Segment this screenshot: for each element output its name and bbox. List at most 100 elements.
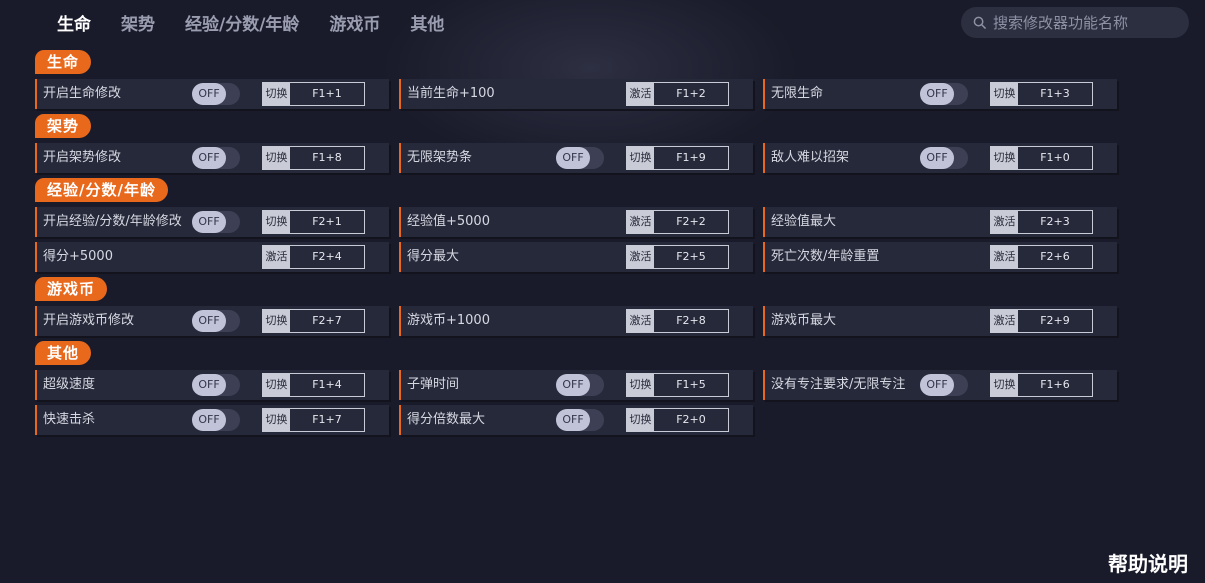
hotkey-field[interactable]: 切换 F1+7	[262, 408, 365, 432]
section: 其他 超级速度 OFF 切换 F1+4 子弹时间 OFF 切换 F1+5 没有专注要求/无限专注 O…	[35, 341, 1135, 435]
cheat-item: 开启经验/分数/年龄修改 OFF 切换 F2+1	[35, 207, 389, 237]
hotkey-value: F2+8	[676, 314, 706, 327]
hotkey-field[interactable]: 激活 F2+9	[990, 309, 1093, 333]
hotkey-value: F2+1	[312, 215, 342, 228]
cheat-row: 开启架势修改 OFF 切换 F1+8 无限架势条 OFF 切换 F1+9 敌人难以招架 OFF 切换…	[35, 143, 1135, 173]
hotkey-mode: 切换	[991, 374, 1018, 396]
hotkey-field[interactable]: 切换 F1+8	[262, 146, 365, 170]
toggle-state: OFF	[556, 409, 590, 431]
hotkey-value: F2+9	[1040, 314, 1070, 327]
cheat-row: 开启经验/分数/年龄修改 OFF 切换 F2+1 经验值+5000 激活 F2+2 经验值最大…	[35, 207, 1135, 237]
toggle-state: OFF	[192, 83, 226, 105]
tab-exp-score-age[interactable]: 经验/分数/年龄	[185, 10, 299, 35]
cheat-item: 死亡次数/年龄重置 激活 F2+6	[763, 242, 1117, 272]
cheat-item: 当前生命+100 激活 F1+2	[399, 79, 753, 109]
toggle-switch[interactable]: OFF	[920, 83, 968, 105]
cheat-label: 子弹时间	[407, 377, 460, 392]
toggle-switch[interactable]: OFF	[556, 409, 604, 431]
cheat-item: 游戏币+1000 激活 F2+8	[399, 306, 753, 336]
hotkey-field[interactable]: 切换 F1+9	[626, 146, 729, 170]
hotkey-mode: 激活	[627, 83, 654, 105]
hotkey-field[interactable]: 切换 F2+0	[626, 408, 729, 432]
section: 生命 开启生命修改 OFF 切换 F1+1 当前生命+100 激活 F1+2 无限生命 OFF 切换…	[35, 50, 1135, 109]
toggle-switch[interactable]: OFF	[920, 374, 968, 396]
hotkey-mode: 切换	[991, 83, 1018, 105]
cheat-label: 得分+5000	[43, 249, 113, 264]
cheat-label: 开启经验/分数/年龄修改	[43, 214, 182, 229]
top-nav: 生命 架势 经验/分数/年龄 游戏币 其他	[57, 8, 444, 36]
toggle-switch[interactable]: OFF	[192, 374, 240, 396]
cheat-item: 得分+5000 激活 F2+4	[35, 242, 389, 272]
cheat-label: 开启生命修改	[43, 86, 122, 101]
hotkey-field[interactable]: 切换 F1+4	[262, 373, 365, 397]
cheat-item: 超级速度 OFF 切换 F1+4	[35, 370, 389, 400]
cheat-label: 游戏币最大	[771, 313, 837, 328]
hotkey-mode: 切换	[263, 211, 290, 233]
section: 经验/分数/年龄 开启经验/分数/年龄修改 OFF 切换 F2+1 经验值+5000 激活 F…	[35, 178, 1135, 272]
cheat-item: 得分倍数最大 OFF 切换 F2+0	[399, 405, 753, 435]
toggle-state: OFF	[920, 374, 954, 396]
toggle-switch[interactable]: OFF	[192, 310, 240, 332]
cheat-label: 得分倍数最大	[407, 412, 486, 427]
hotkey-value: F2+0	[676, 413, 706, 426]
hotkey-field[interactable]: 激活 F2+6	[990, 245, 1093, 269]
hotkey-value: F2+7	[312, 314, 342, 327]
cheat-label: 开启架势修改	[43, 150, 122, 165]
hotkey-field[interactable]: 切换 F1+6	[990, 373, 1093, 397]
hotkey-value: F2+4	[312, 250, 342, 263]
search-box[interactable]	[961, 7, 1189, 38]
toggle-state: OFF	[920, 83, 954, 105]
cheat-label: 经验值+5000	[407, 214, 490, 229]
hotkey-value: F1+0	[1040, 151, 1070, 164]
hotkey-field[interactable]: 激活 F1+2	[626, 82, 729, 106]
hotkey-field[interactable]: 切换 F2+7	[262, 309, 365, 333]
cheat-row: 超级速度 OFF 切换 F1+4 子弹时间 OFF 切换 F1+5 没有专注要求/无限专注 OFF…	[35, 370, 1135, 400]
tab-currency[interactable]: 游戏币	[329, 10, 380, 35]
cheat-label: 敌人难以招架	[771, 150, 850, 165]
toggle-switch[interactable]: OFF	[192, 211, 240, 233]
toggle-state: OFF	[556, 147, 590, 169]
hotkey-mode: 激活	[991, 310, 1018, 332]
hotkey-field[interactable]: 切换 F2+1	[262, 210, 365, 234]
hotkey-field[interactable]: 切换 F1+0	[990, 146, 1093, 170]
toggle-switch[interactable]: OFF	[556, 374, 604, 396]
toggle-switch[interactable]: OFF	[192, 83, 240, 105]
hotkey-field[interactable]: 切换 F1+3	[990, 82, 1093, 106]
hotkey-field[interactable]: 激活 F2+3	[990, 210, 1093, 234]
help-button[interactable]: 帮助说明	[1108, 548, 1188, 577]
hotkey-field[interactable]: 激活 F2+4	[262, 245, 365, 269]
cheat-item: 子弹时间 OFF 切换 F1+5	[399, 370, 753, 400]
hotkey-field[interactable]: 切换 F1+5	[626, 373, 729, 397]
hotkey-mode: 激活	[991, 211, 1018, 233]
toggle-switch[interactable]: OFF	[192, 147, 240, 169]
hotkey-field[interactable]: 激活 F2+2	[626, 210, 729, 234]
hotkey-mode: 激活	[991, 246, 1018, 268]
hotkey-value: F2+6	[1040, 250, 1070, 263]
cheat-item: 敌人难以招架 OFF 切换 F1+0	[763, 143, 1117, 173]
toggle-state: OFF	[556, 374, 590, 396]
hotkey-value: F1+3	[1040, 87, 1070, 100]
toggle-switch[interactable]: OFF	[556, 147, 604, 169]
cheat-label: 无限架势条	[407, 150, 473, 165]
tab-posture[interactable]: 架势	[121, 10, 155, 35]
hotkey-value: F1+5	[676, 378, 706, 391]
hotkey-field[interactable]: 切换 F1+1	[262, 82, 365, 106]
cheat-row: 开启生命修改 OFF 切换 F1+1 当前生命+100 激活 F1+2 无限生命 OFF 切换 F1…	[35, 79, 1135, 109]
search-input[interactable]	[993, 13, 1183, 32]
hotkey-value: F1+2	[676, 87, 706, 100]
tab-life[interactable]: 生命	[57, 10, 91, 35]
hotkey-value: F1+1	[312, 87, 342, 100]
hotkey-mode: 切换	[627, 374, 654, 396]
toggle-state: OFF	[192, 409, 226, 431]
tab-other[interactable]: 其他	[410, 10, 444, 35]
cheat-label: 死亡次数/年龄重置	[771, 249, 880, 264]
toggle-switch[interactable]: OFF	[920, 147, 968, 169]
hotkey-field[interactable]: 激活 F2+5	[626, 245, 729, 269]
section-header: 架势	[35, 114, 92, 138]
hotkey-field[interactable]: 激活 F2+8	[626, 309, 729, 333]
toggle-switch[interactable]: OFF	[192, 409, 240, 431]
hotkey-value: F2+3	[1040, 215, 1070, 228]
hotkey-mode: 切换	[627, 147, 654, 169]
cheat-list: 生命 开启生命修改 OFF 切换 F1+1 当前生命+100 激活 F1+2 无限生命 OFF 切换…	[35, 50, 1135, 440]
hotkey-mode: 切换	[263, 374, 290, 396]
